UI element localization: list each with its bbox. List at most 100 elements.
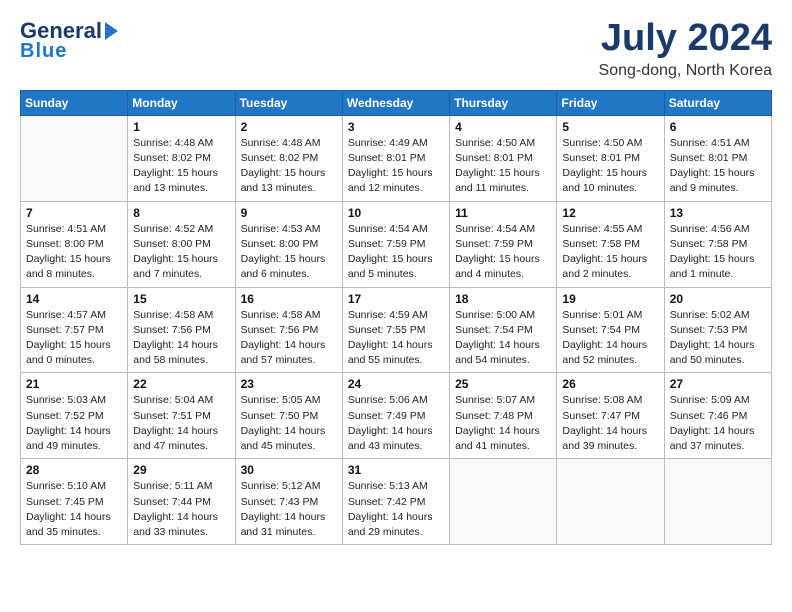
day-info: Sunrise: 5:13 AM Sunset: 7:42 PM Dayligh…	[348, 479, 444, 540]
day-number: 3	[348, 120, 444, 134]
day-info: Sunrise: 4:51 AM Sunset: 8:01 PM Dayligh…	[670, 136, 766, 197]
calendar-cell: 13Sunrise: 4:56 AM Sunset: 7:58 PM Dayli…	[664, 201, 771, 287]
calendar-cell: 2Sunrise: 4:48 AM Sunset: 8:02 PM Daylig…	[235, 115, 342, 201]
calendar-cell: 18Sunrise: 5:00 AM Sunset: 7:54 PM Dayli…	[450, 287, 557, 373]
day-info: Sunrise: 4:56 AM Sunset: 7:58 PM Dayligh…	[670, 222, 766, 283]
title-area: July 2024 Song-dong, North Korea	[599, 18, 772, 80]
calendar-week-4: 21 Sunrise: 5:03 AM Sunset: 7:52 PM Dayli…	[21, 373, 772, 459]
calendar-cell: 22 Sunrise: 5:04 AM Sunset: 7:51 PM Dayli…	[128, 373, 235, 459]
day-info: Sunrise: 5:08 AM Sunset: 7:47 PM Dayligh…	[562, 393, 658, 454]
calendar-cell: 15 Sunrise: 4:58 AM Sunset: 7:56 PM Dayli…	[128, 287, 235, 373]
day-number: 20	[670, 292, 766, 306]
day-info: Sunrise: 4:50 AM Sunset: 8:01 PM Dayligh…	[562, 136, 658, 197]
header: General Blue July 2024 Song-dong, North …	[20, 18, 772, 80]
calendar-cell: 24 Sunrise: 5:06 AM Sunset: 7:49 PM Dayli…	[342, 373, 449, 459]
day-info: Sunrise: 5:12 AM Sunset: 7:43 PM Dayligh…	[241, 479, 337, 540]
day-info: Sunrise: 4:54 AM Sunset: 7:59 PM Dayligh…	[348, 222, 444, 283]
calendar-header-friday: Friday	[557, 90, 664, 115]
calendar-cell: 12 Sunrise: 4:55 AM Sunset: 7:58 PM Dayli…	[557, 201, 664, 287]
calendar-cell	[557, 459, 664, 545]
calendar-cell: 8 Sunrise: 4:52 AM Sunset: 8:00 PM Daylig…	[128, 201, 235, 287]
day-number: 21	[26, 377, 122, 391]
day-info: Sunrise: 4:52 AM Sunset: 8:00 PM Dayligh…	[133, 222, 229, 283]
day-number: 9	[241, 206, 337, 220]
day-number: 7	[26, 206, 122, 220]
day-number: 8	[133, 206, 229, 220]
day-number: 26	[562, 377, 658, 391]
calendar-cell: 7 Sunrise: 4:51 AM Sunset: 8:00 PM Daylig…	[21, 201, 128, 287]
calendar-cell: 21 Sunrise: 5:03 AM Sunset: 7:52 PM Dayli…	[21, 373, 128, 459]
day-number: 2	[241, 120, 337, 134]
day-info: Sunrise: 4:54 AM Sunset: 7:59 PM Dayligh…	[455, 222, 551, 283]
calendar-cell: 27 Sunrise: 5:09 AM Sunset: 7:46 PM Dayli…	[664, 373, 771, 459]
day-info: Sunrise: 5:05 AM Sunset: 7:50 PM Dayligh…	[241, 393, 337, 454]
month-title: July 2024	[599, 18, 772, 60]
day-number: 16	[241, 292, 337, 306]
day-number: 29	[133, 463, 229, 477]
calendar-cell: 30 Sunrise: 5:12 AM Sunset: 7:43 PM Dayli…	[235, 459, 342, 545]
day-info: Sunrise: 5:03 AM Sunset: 7:52 PM Dayligh…	[26, 393, 122, 454]
calendar-cell: 9 Sunrise: 4:53 AM Sunset: 8:00 PM Daylig…	[235, 201, 342, 287]
page: General Blue July 2024 Song-dong, North …	[0, 0, 792, 612]
day-info: Sunrise: 4:58 AM Sunset: 7:56 PM Dayligh…	[241, 308, 337, 369]
calendar-cell	[21, 115, 128, 201]
day-info: Sunrise: 4:49 AM Sunset: 8:01 PM Dayligh…	[348, 136, 444, 197]
calendar-cell: 16 Sunrise: 4:58 AM Sunset: 7:56 PM Dayli…	[235, 287, 342, 373]
day-number: 5	[562, 120, 658, 134]
day-number: 1	[133, 120, 229, 134]
day-info: Sunrise: 4:53 AM Sunset: 8:00 PM Dayligh…	[241, 222, 337, 283]
day-info: Sunrise: 4:55 AM Sunset: 7:58 PM Dayligh…	[562, 222, 658, 283]
logo-arrow-icon	[105, 22, 118, 40]
day-info: Sunrise: 5:11 AM Sunset: 7:44 PM Dayligh…	[133, 479, 229, 540]
calendar-cell: 14Sunrise: 4:57 AM Sunset: 7:57 PM Dayli…	[21, 287, 128, 373]
calendar-week-3: 14Sunrise: 4:57 AM Sunset: 7:57 PM Dayli…	[21, 287, 772, 373]
day-number: 15	[133, 292, 229, 306]
day-number: 22	[133, 377, 229, 391]
day-number: 24	[348, 377, 444, 391]
day-info: Sunrise: 5:01 AM Sunset: 7:54 PM Dayligh…	[562, 308, 658, 369]
calendar-cell: 19 Sunrise: 5:01 AM Sunset: 7:54 PM Dayli…	[557, 287, 664, 373]
day-number: 19	[562, 292, 658, 306]
day-number: 31	[348, 463, 444, 477]
calendar-cell: 11Sunrise: 4:54 AM Sunset: 7:59 PM Dayli…	[450, 201, 557, 287]
day-number: 27	[670, 377, 766, 391]
day-number: 30	[241, 463, 337, 477]
subtitle: Song-dong, North Korea	[599, 62, 772, 80]
day-info: Sunrise: 4:50 AM Sunset: 8:01 PM Dayligh…	[455, 136, 551, 197]
calendar-cell: 5 Sunrise: 4:50 AM Sunset: 8:01 PM Daylig…	[557, 115, 664, 201]
day-info: Sunrise: 5:06 AM Sunset: 7:49 PM Dayligh…	[348, 393, 444, 454]
calendar-header-monday: Monday	[128, 90, 235, 115]
calendar-cell	[450, 459, 557, 545]
day-info: Sunrise: 5:04 AM Sunset: 7:51 PM Dayligh…	[133, 393, 229, 454]
day-number: 6	[670, 120, 766, 134]
day-number: 17	[348, 292, 444, 306]
day-info: Sunrise: 4:58 AM Sunset: 7:56 PM Dayligh…	[133, 308, 229, 369]
calendar-header-row: SundayMondayTuesdayWednesdayThursdayFrid…	[21, 90, 772, 115]
calendar-header-thursday: Thursday	[450, 90, 557, 115]
day-number: 10	[348, 206, 444, 220]
calendar-header-sunday: Sunday	[21, 90, 128, 115]
calendar-cell: 23 Sunrise: 5:05 AM Sunset: 7:50 PM Dayli…	[235, 373, 342, 459]
day-info: Sunrise: 5:09 AM Sunset: 7:46 PM Dayligh…	[670, 393, 766, 454]
calendar-cell: 4Sunrise: 4:50 AM Sunset: 8:01 PM Daylig…	[450, 115, 557, 201]
day-info: Sunrise: 5:02 AM Sunset: 7:53 PM Dayligh…	[670, 308, 766, 369]
calendar-cell: 10 Sunrise: 4:54 AM Sunset: 7:59 PM Dayli…	[342, 201, 449, 287]
day-info: Sunrise: 4:51 AM Sunset: 8:00 PM Dayligh…	[26, 222, 122, 283]
logo: General Blue	[20, 18, 118, 63]
calendar-cell: 28Sunrise: 5:10 AM Sunset: 7:45 PM Dayli…	[21, 459, 128, 545]
day-info: Sunrise: 4:48 AM Sunset: 8:02 PM Dayligh…	[133, 136, 229, 197]
logo-blue: Blue	[20, 40, 67, 63]
day-number: 25	[455, 377, 551, 391]
calendar-cell: 17 Sunrise: 4:59 AM Sunset: 7:55 PM Dayli…	[342, 287, 449, 373]
calendar-week-5: 28Sunrise: 5:10 AM Sunset: 7:45 PM Dayli…	[21, 459, 772, 545]
day-number: 18	[455, 292, 551, 306]
day-number: 23	[241, 377, 337, 391]
calendar-header-tuesday: Tuesday	[235, 90, 342, 115]
day-number: 12	[562, 206, 658, 220]
calendar-cell	[664, 459, 771, 545]
day-info: Sunrise: 4:57 AM Sunset: 7:57 PM Dayligh…	[26, 308, 122, 369]
calendar-cell: 31 Sunrise: 5:13 AM Sunset: 7:42 PM Dayli…	[342, 459, 449, 545]
calendar: SundayMondayTuesdayWednesdayThursdayFrid…	[20, 90, 772, 545]
calendar-cell: 3 Sunrise: 4:49 AM Sunset: 8:01 PM Daylig…	[342, 115, 449, 201]
day-info: Sunrise: 4:59 AM Sunset: 7:55 PM Dayligh…	[348, 308, 444, 369]
